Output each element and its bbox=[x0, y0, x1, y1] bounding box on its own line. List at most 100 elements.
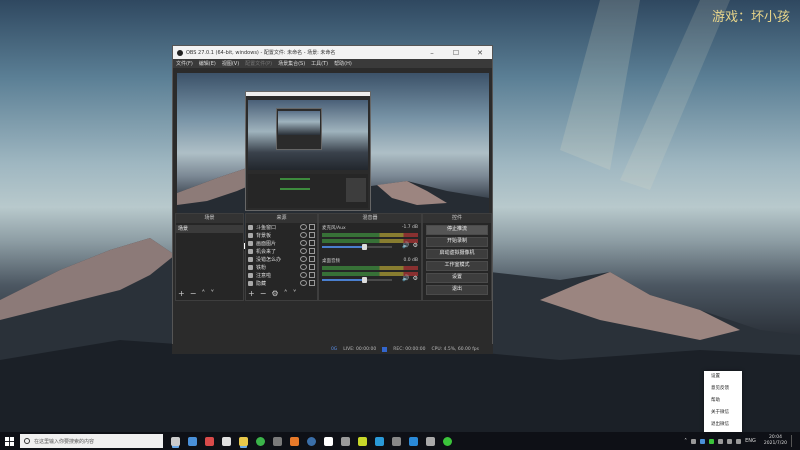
clock[interactable]: 20:04 2021/7/20 bbox=[764, 435, 787, 447]
menu-file[interactable]: 文件(F) bbox=[176, 60, 193, 67]
source-item[interactable]: 铁粉 bbox=[246, 263, 317, 271]
visibility-eye-icon[interactable] bbox=[300, 224, 307, 230]
move-up-icon[interactable]: ˄ bbox=[201, 290, 205, 298]
volume-slider[interactable] bbox=[322, 244, 392, 250]
visibility-eye-icon[interactable] bbox=[300, 264, 307, 270]
app11-icon[interactable] bbox=[341, 436, 350, 446]
tray-app-icon[interactable] bbox=[700, 438, 706, 444]
chevron-up-icon[interactable]: ˄ bbox=[684, 438, 687, 445]
lock-icon[interactable] bbox=[309, 272, 315, 278]
add-scene-icon[interactable]: + bbox=[178, 290, 185, 298]
tray-app-icon[interactable] bbox=[691, 438, 697, 444]
app8-icon[interactable] bbox=[290, 436, 299, 446]
source-settings-gear-icon[interactable]: ⚙ bbox=[271, 290, 278, 298]
track-gear-icon[interactable]: ⚙ bbox=[413, 242, 418, 249]
lock-icon[interactable] bbox=[309, 280, 315, 286]
lock-icon[interactable] bbox=[309, 240, 315, 246]
source-item[interactable]: 背景板 bbox=[246, 231, 317, 239]
scenes-dock: 场景 场景 + − ˄ ˅ bbox=[175, 213, 244, 301]
move-down-icon[interactable]: ˅ bbox=[210, 290, 214, 298]
source-item[interactable]: 斗鱼窗口 bbox=[246, 223, 317, 231]
menu-exit-wechat[interactable]: 退出微信 bbox=[704, 419, 742, 431]
volume-icon[interactable] bbox=[736, 438, 742, 444]
menu-feedback[interactable]: 意见反馈 bbox=[704, 383, 742, 395]
app7-icon[interactable] bbox=[273, 436, 282, 446]
system-tray: ˄ ENG 20:04 2021/7/20 bbox=[684, 435, 800, 447]
app2-icon[interactable] bbox=[188, 436, 197, 446]
visibility-eye-icon[interactable] bbox=[300, 256, 307, 262]
exit-button[interactable]: 退出 bbox=[426, 285, 488, 295]
tray-app-icon[interactable] bbox=[718, 438, 724, 444]
obs-title-bar[interactable]: OBS 27.0.1 (64-bit, windows) - 配置文件: 未命名… bbox=[173, 46, 492, 59]
lock-icon[interactable] bbox=[309, 256, 315, 262]
search-placeholder: 在这里输入你要搜索的内容 bbox=[34, 438, 95, 445]
wechat-tray-menu: 设置 意见反馈 帮助 关于微信 退出微信 bbox=[704, 371, 742, 432]
controls-dock: 控件 停止推流 开始录制 启动虚拟摄像机 工作室模式 设置 退出 bbox=[422, 213, 492, 301]
start-recording-button[interactable]: 开始录制 bbox=[426, 237, 488, 247]
source-item[interactable]: 画面图片 bbox=[246, 239, 317, 247]
app4-icon[interactable] bbox=[222, 436, 231, 446]
lock-icon[interactable] bbox=[309, 248, 315, 254]
close-icon[interactable]: ✕ bbox=[468, 49, 492, 57]
visibility-eye-icon[interactable] bbox=[300, 272, 307, 278]
app16-icon[interactable] bbox=[426, 436, 435, 446]
taskbar-search-input[interactable]: 在这里输入你要搜索的内容 bbox=[20, 434, 163, 448]
notification-icon[interactable] bbox=[791, 435, 796, 447]
lock-icon[interactable] bbox=[309, 232, 315, 238]
audio-mixer-dock: 混音器 麦克风/Aux -1.7 dB 🔊 ⚙ 桌面音频 0.0 dB 🔊 ⚙ bbox=[318, 213, 422, 301]
obs-icon[interactable] bbox=[171, 436, 180, 446]
app13-icon[interactable] bbox=[375, 436, 384, 446]
source-item[interactable]: 注意啦 bbox=[246, 271, 317, 279]
menu-edit[interactable]: 编辑(E) bbox=[199, 60, 216, 67]
menu-tools[interactable]: 工具(T) bbox=[311, 60, 328, 67]
menu-about-wechat[interactable]: 关于微信 bbox=[704, 407, 742, 419]
wechat-tray-icon[interactable] bbox=[709, 438, 715, 444]
chrome-icon[interactable] bbox=[256, 436, 265, 446]
lock-icon[interactable] bbox=[309, 224, 315, 230]
volume-slider[interactable] bbox=[322, 277, 392, 283]
app14-icon[interactable] bbox=[392, 436, 401, 446]
obs-window[interactable]: OBS 27.0.1 (64-bit, windows) - 配置文件: 未命名… bbox=[172, 45, 493, 354]
menu-help[interactable]: 帮助(H) bbox=[334, 60, 352, 67]
app10-icon[interactable] bbox=[324, 436, 333, 446]
visibility-eye-icon[interactable] bbox=[300, 280, 307, 286]
menu-view[interactable]: 视图(V) bbox=[222, 60, 239, 67]
add-source-icon[interactable]: + bbox=[248, 290, 255, 298]
app3-icon[interactable] bbox=[205, 436, 214, 446]
app15-icon[interactable] bbox=[409, 436, 418, 446]
menu-profile[interactable]: 配置文件(P) bbox=[245, 60, 272, 67]
menu-settings[interactable]: 设置 bbox=[704, 371, 742, 383]
scene-item[interactable]: 场景 bbox=[176, 225, 243, 233]
network-icon[interactable] bbox=[727, 438, 733, 444]
menu-scene-collection[interactable]: 场景集合(S) bbox=[278, 60, 305, 67]
speaker-icon[interactable]: 🔊 bbox=[402, 242, 409, 249]
language-indicator[interactable]: ENG bbox=[745, 438, 756, 444]
stop-streaming-button[interactable]: 停止推流 bbox=[426, 225, 488, 235]
source-item[interactable]: 隐藏 bbox=[246, 279, 317, 287]
visibility-eye-icon[interactable] bbox=[300, 232, 307, 238]
lock-icon[interactable] bbox=[309, 264, 315, 270]
steam-icon[interactable] bbox=[307, 436, 316, 446]
track-gear-icon[interactable]: ⚙ bbox=[413, 275, 418, 282]
taskbar: 在这里输入你要搜索的内容 ˄ ENG 20:04 2021/7/20 bbox=[0, 432, 800, 450]
wechat-icon[interactable] bbox=[443, 436, 452, 446]
minimize-icon[interactable]: – bbox=[420, 49, 444, 57]
app12-icon[interactable] bbox=[358, 436, 367, 446]
remove-scene-icon[interactable]: − bbox=[190, 290, 197, 298]
folder-icon[interactable] bbox=[239, 436, 248, 446]
start-virtual-camera-button[interactable]: 启动虚拟摄像机 bbox=[426, 249, 488, 259]
visibility-eye-icon[interactable] bbox=[300, 240, 307, 246]
move-down-icon[interactable]: ˅ bbox=[293, 290, 297, 298]
visibility-eye-icon[interactable] bbox=[300, 248, 307, 254]
start-button[interactable] bbox=[0, 432, 18, 450]
move-up-icon[interactable]: ˄ bbox=[284, 290, 288, 298]
menu-help[interactable]: 帮助 bbox=[704, 395, 742, 407]
settings-button[interactable]: 设置 bbox=[426, 273, 488, 283]
sources-header: 来源 bbox=[246, 214, 317, 223]
speaker-icon[interactable]: 🔊 bbox=[402, 275, 409, 282]
remove-source-icon[interactable]: − bbox=[260, 290, 267, 298]
source-item[interactable]: 没错怎么办 bbox=[246, 255, 317, 263]
studio-mode-button[interactable]: 工作室模式 bbox=[426, 261, 488, 271]
maximize-icon[interactable]: ☐ bbox=[444, 49, 468, 57]
source-item[interactable]: 机会来了 bbox=[246, 247, 317, 255]
